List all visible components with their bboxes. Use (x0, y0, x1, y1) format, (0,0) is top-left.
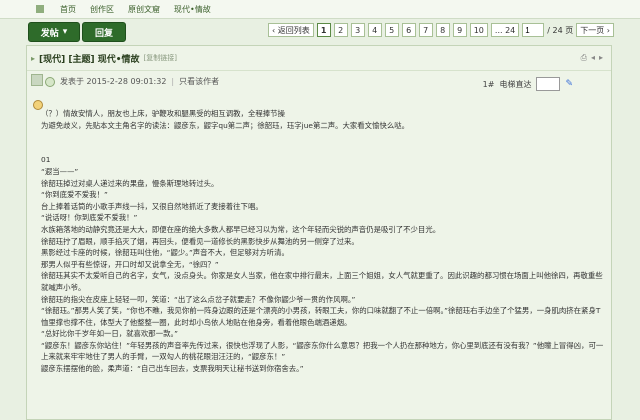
next-page-button[interactable]: 下一页 › (576, 23, 614, 37)
floor-info: 1# 电梯直达 ✎ (483, 77, 573, 91)
page-3[interactable]: 3 (350, 23, 365, 37)
reply-button[interactable]: 回复 (82, 22, 126, 42)
page-last[interactable]: ... 24 (490, 23, 520, 37)
post-header: 发表于 2015-2-28 09:01:32 | 只看该作者 1# 电梯直达 ✎ (27, 71, 611, 93)
page-4[interactable]: 4 (367, 23, 382, 37)
page-last-number: 24 (505, 25, 516, 35)
content-line: 徐韶珏的指尖在皮座上轻轻一叩，笑道：“出了这么点岔子就要走？不像你鼹少爷一贯的作… (41, 294, 356, 304)
nav-item-original[interactable]: 原创文窟 (128, 4, 160, 15)
chapter-number: 01 (41, 155, 51, 165)
content-line: “说话呀！你到底爱不爱我！” (41, 213, 138, 223)
content-line: “你到底爱不爱我！” (41, 190, 108, 200)
go-icon[interactable]: ✎ (565, 79, 573, 89)
triangle-right-icon: ▸ (31, 53, 36, 63)
content-line: 那男人似乎有些惊讶，开口时却又说拿全无，“徐四？” (41, 259, 219, 269)
page-9[interactable]: 9 (452, 23, 467, 37)
thread-title-bar: ▸ [现代] [主题] 现代•情故 [复制链接] ⎙ ◂ ▸ (27, 46, 611, 71)
toolbar: 发帖 ▾ 回复 ‹ 返回列表 1 2 3 4 5 6 7 8 9 10 ... … (0, 20, 640, 42)
content-line: “遐当——” (41, 166, 79, 176)
content-line: 为避免歧义，先贴本文主角名字的读法：鼹彦东，鼹字qu第二声；徐韶珏，珏字jue第… (41, 120, 410, 130)
thread-title: [现代] [主题] 现代•情故 (39, 54, 140, 65)
pager: ‹ 返回列表 1 2 3 4 5 6 7 8 9 10 ... 24 / 24 … (267, 23, 614, 37)
post-meta: 发表于 2015-2-28 09:01:32 | 只看该作者 (45, 76, 219, 87)
copy-link[interactable]: [复制链接] (144, 53, 177, 63)
content-line: 鼹彦东摆摆他的脸，柔声道：“自己出车回去，支票我明天让秘书送到你宿舍去。” (41, 364, 304, 374)
new-post-label: 发帖 (40, 28, 59, 39)
page-1[interactable]: 1 (316, 23, 331, 37)
content-line: 水族箱落地的动静究竟还是大大，即便在座的绝大多数人都早已经习以为常，这个年轻而尖… (41, 224, 441, 234)
content-line: （？）情故安情人，朋友也上床，驴鞭攻和腿黑受的相互调教，全程捧节操 (41, 109, 285, 118)
content-line: “徐韶珏。”那男人笑了笑，“你也不瞧，我见你前一阵身边跟的还是个漂亮的小男孩，转… (41, 306, 601, 327)
content-line: “鼹彦东！鼹彦东你站住！”年轻男孩的声音率先传过来，很快也浮现了人影，“鼹彦东你… (41, 340, 604, 362)
prev-thread-icon[interactable]: ◂ (591, 53, 595, 63)
nav-item-creation[interactable]: 创作区 (90, 4, 114, 15)
page-7[interactable]: 7 (418, 23, 433, 37)
content-line: 徐韶珏掉过对桌人递过来的果盘，慢条斯理地转过头。 (41, 178, 219, 188)
next-thread-icon[interactable]: ▸ (599, 53, 603, 63)
page-10[interactable]: 10 (469, 23, 488, 37)
jump-label: 电梯直达 (499, 79, 532, 89)
page-2[interactable]: 2 (333, 23, 348, 37)
content-line: 徐韶珏其实不太爱听自己的名字，女气，没点身头。你家是女人当家，他在家中排行最末，… (41, 271, 603, 292)
print-icon[interactable]: ⎙ (581, 53, 587, 63)
content-line: “总好比你千岁年如一日，就喜欢那一款。” (41, 329, 178, 339)
nav-item-modern[interactable]: 现代•情故 (174, 4, 211, 15)
jump-input[interactable] (536, 77, 561, 91)
page-total: / 24 页 (547, 25, 574, 35)
new-post-button[interactable]: 发帖 ▾ (28, 22, 80, 42)
chevron-down-icon: ▾ (62, 27, 68, 37)
content-line: 台上捧着话筒的小歌手声线一抖，又很自然地抓近了麦接着往下唱。 (41, 201, 263, 211)
page-8[interactable]: 8 (435, 23, 450, 37)
post-date: 发表于 2015-2-28 09:01:32 (60, 77, 167, 86)
thread-panel: ▸ [现代] [主题] 现代•情故 [复制链接] ⎙ ◂ ▸ 发表于 2015-… (26, 45, 612, 420)
page-number-input[interactable] (522, 23, 545, 37)
thread-icons: ⎙ ◂ ▸ (581, 53, 603, 63)
content-line: 徐韶珏拧了眉眼，顺手掐灭了烟，再回头，便看见一道修长的黑影快步从舞池的另一侧穿了… (41, 236, 359, 246)
content-line: 黑影经过卡座的时候，徐韶珏叫住他，“鼹少。”声音不大，但足够对方听清。 (41, 248, 289, 258)
page-6[interactable]: 6 (401, 23, 416, 37)
divider: | (171, 77, 175, 86)
page-5[interactable]: 5 (384, 23, 399, 37)
pager-ellipsis: ... (494, 25, 503, 35)
top-nav: 首页 创作区 原创文窟 现代•情故 (0, 0, 640, 19)
post-content: （？）情故安情人，朋友也上床，驴鞭攻和腿黑受的相互调教，全程捧节操 为避免歧义，… (41, 108, 607, 375)
avatar[interactable] (31, 74, 43, 86)
online-status-icon (45, 76, 55, 87)
nav-item-home[interactable]: 首页 (60, 4, 76, 15)
back-to-list-button[interactable]: ‹ 返回列表 (267, 23, 314, 37)
only-author-link[interactable]: 只看该作者 (179, 76, 219, 87)
home-icon[interactable] (36, 5, 44, 13)
floor-number: 1# (482, 79, 495, 89)
